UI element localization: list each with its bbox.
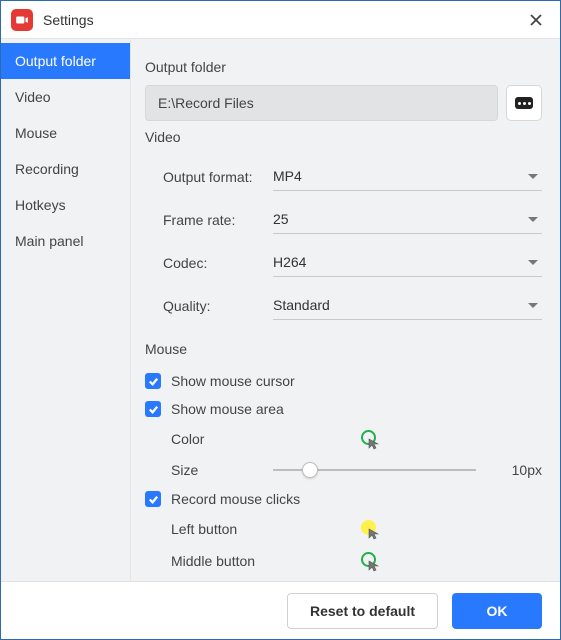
mouse-area-size-value: 10px — [492, 462, 542, 478]
mouse-area-size-label: Size — [171, 462, 255, 478]
app-icon — [11, 9, 33, 31]
chevron-down-icon — [528, 260, 538, 265]
output-format-label: Output format: — [163, 169, 273, 185]
middle-button-color-picker[interactable] — [361, 552, 379, 570]
titlebar: Settings — [1, 1, 560, 39]
chevron-down-icon — [528, 174, 538, 179]
check-icon — [148, 404, 159, 415]
reset-to-default-button[interactable]: Reset to default — [287, 593, 438, 629]
frame-rate-label: Frame rate: — [163, 212, 273, 228]
output-folder-path[interactable]: E:\Record Files — [145, 85, 498, 121]
frame-rate-value: 25 — [273, 211, 289, 227]
sidebar-item-mouse[interactable]: Mouse — [1, 115, 130, 151]
section-heading-video: Video — [145, 129, 542, 145]
codec-label: Codec: — [163, 255, 273, 271]
settings-window: Settings Output folder Video Mouse Recor… — [0, 0, 561, 640]
left-button-color-picker[interactable] — [361, 520, 379, 538]
close-icon — [530, 14, 542, 26]
left-button-label: Left button — [171, 521, 271, 537]
section-heading-output-folder: Output folder — [145, 59, 542, 75]
sidebar-item-main-panel[interactable]: Main panel — [1, 223, 130, 259]
output-format-select[interactable]: MP4 — [273, 162, 542, 191]
show-mouse-area-checkbox[interactable] — [145, 401, 161, 417]
frame-rate-select[interactable]: 25 — [273, 205, 542, 234]
codec-select[interactable]: H264 — [273, 248, 542, 277]
quality-value: Standard — [273, 297, 330, 313]
output-format-value: MP4 — [273, 168, 302, 184]
check-icon — [148, 494, 159, 505]
footer: Reset to default OK — [1, 581, 560, 639]
sidebar-item-recording[interactable]: Recording — [1, 151, 130, 187]
codec-value: H264 — [273, 254, 306, 270]
ellipsis-icon — [515, 97, 533, 109]
show-mouse-cursor-label: Show mouse cursor — [171, 373, 295, 389]
quality-select[interactable]: Standard — [273, 291, 542, 320]
close-button[interactable] — [522, 6, 550, 34]
record-mouse-clicks-label: Record mouse clicks — [171, 491, 300, 507]
show-mouse-area-label: Show mouse area — [171, 401, 284, 417]
settings-content[interactable]: Output folder E:\Record Files Video Outp… — [131, 39, 560, 581]
sidebar-item-output-folder[interactable]: Output folder — [1, 43, 130, 79]
check-icon — [148, 376, 159, 387]
slider-thumb[interactable] — [302, 462, 318, 478]
show-mouse-cursor-checkbox[interactable] — [145, 373, 161, 389]
sidebar: Output folder Video Mouse Recording Hotk… — [1, 39, 131, 581]
mouse-area-color-label: Color — [171, 431, 271, 447]
middle-button-label: Middle button — [171, 553, 271, 569]
chevron-down-icon — [528, 303, 538, 308]
record-mouse-clicks-checkbox[interactable] — [145, 491, 161, 507]
mouse-area-size-slider[interactable] — [273, 460, 476, 480]
window-title: Settings — [43, 12, 94, 28]
browse-folder-button[interactable] — [506, 85, 542, 121]
section-heading-mouse: Mouse — [145, 341, 542, 357]
mouse-area-color-picker[interactable] — [361, 430, 379, 448]
sidebar-item-hotkeys[interactable]: Hotkeys — [1, 187, 130, 223]
sidebar-item-video[interactable]: Video — [1, 79, 130, 115]
chevron-down-icon — [528, 217, 538, 222]
ok-button[interactable]: OK — [452, 593, 542, 629]
quality-label: Quality: — [163, 298, 273, 314]
